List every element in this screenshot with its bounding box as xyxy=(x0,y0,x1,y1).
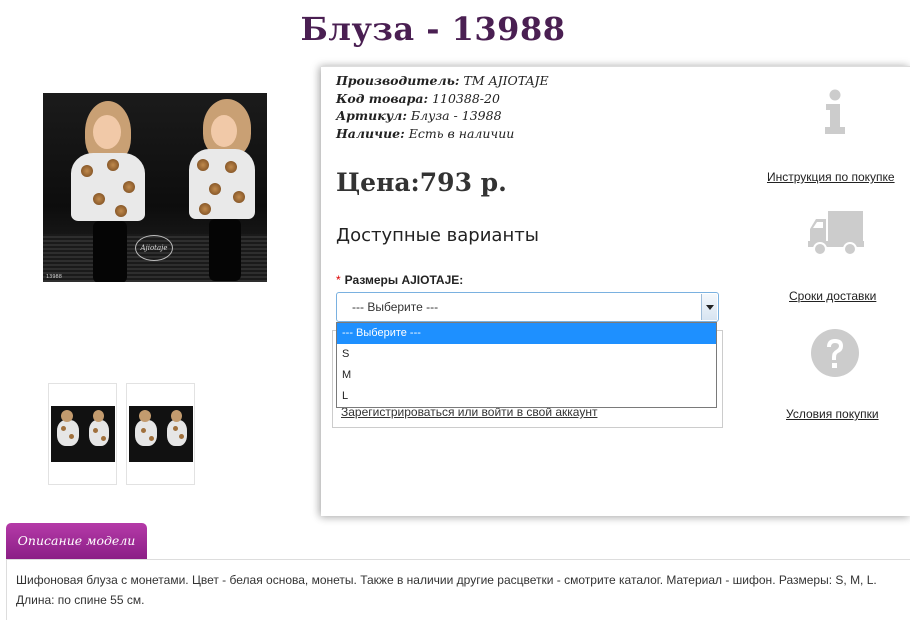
instruction-link[interactable]: Инструкция по покупке xyxy=(767,170,895,184)
delivery-link[interactable]: Сроки доставки xyxy=(789,289,876,303)
size-select[interactable]: --- Выберите --- xyxy=(336,292,719,322)
product-meta: Производитель: ТМ AJIOTAJE Код товара: 1… xyxy=(336,72,549,142)
meta-article: Артикул: Блуза - 13988 xyxy=(336,108,502,123)
tab-description[interactable]: Описание модели xyxy=(6,523,147,559)
size-option-l[interactable]: L xyxy=(337,386,716,407)
size-select-value: --- Выберите --- xyxy=(352,300,439,314)
thumbnail-image xyxy=(51,406,115,462)
info-icon xyxy=(825,89,845,134)
photo-caption: 13988 xyxy=(46,274,62,280)
size-option-s[interactable]: S xyxy=(337,344,716,365)
chevron-down-icon[interactable] xyxy=(701,294,717,320)
product-main-image[interactable]: Ajiotaje 13988 xyxy=(43,93,267,282)
size-option-m[interactable]: M xyxy=(337,365,716,386)
description-text: Шифоновая блуза с монетами. Цвет - белая… xyxy=(16,573,877,607)
meta-availability: Наличие: Есть в наличии xyxy=(336,125,515,141)
page-title: Блуза - 13988 xyxy=(300,10,566,48)
terms-link[interactable]: Условия покупки xyxy=(786,407,879,421)
brand-watermark-logo: Ajiotaje xyxy=(135,235,173,261)
size-option-placeholder[interactable]: --- Выберите --- xyxy=(337,323,716,344)
truck-icon xyxy=(808,211,864,256)
product-thumbnail-2[interactable] xyxy=(126,383,195,485)
meta-code: Код товара: 110388-20 xyxy=(336,90,500,106)
meta-manufacturer: Производитель: ТМ AJIOTAJE xyxy=(336,73,549,88)
size-label: * Размеры AJIOTAJE: xyxy=(336,273,464,287)
model-right xyxy=(175,99,265,281)
help-icon xyxy=(811,329,859,377)
thumbnail-image xyxy=(129,406,193,462)
product-thumbnail-1[interactable] xyxy=(48,383,117,485)
variants-heading: Доступные варианты xyxy=(336,225,539,246)
required-mark: * xyxy=(336,273,341,287)
size-dropdown-list: --- Выберите --- S M L xyxy=(336,322,717,408)
product-price: Цена:793 р. xyxy=(336,168,507,197)
